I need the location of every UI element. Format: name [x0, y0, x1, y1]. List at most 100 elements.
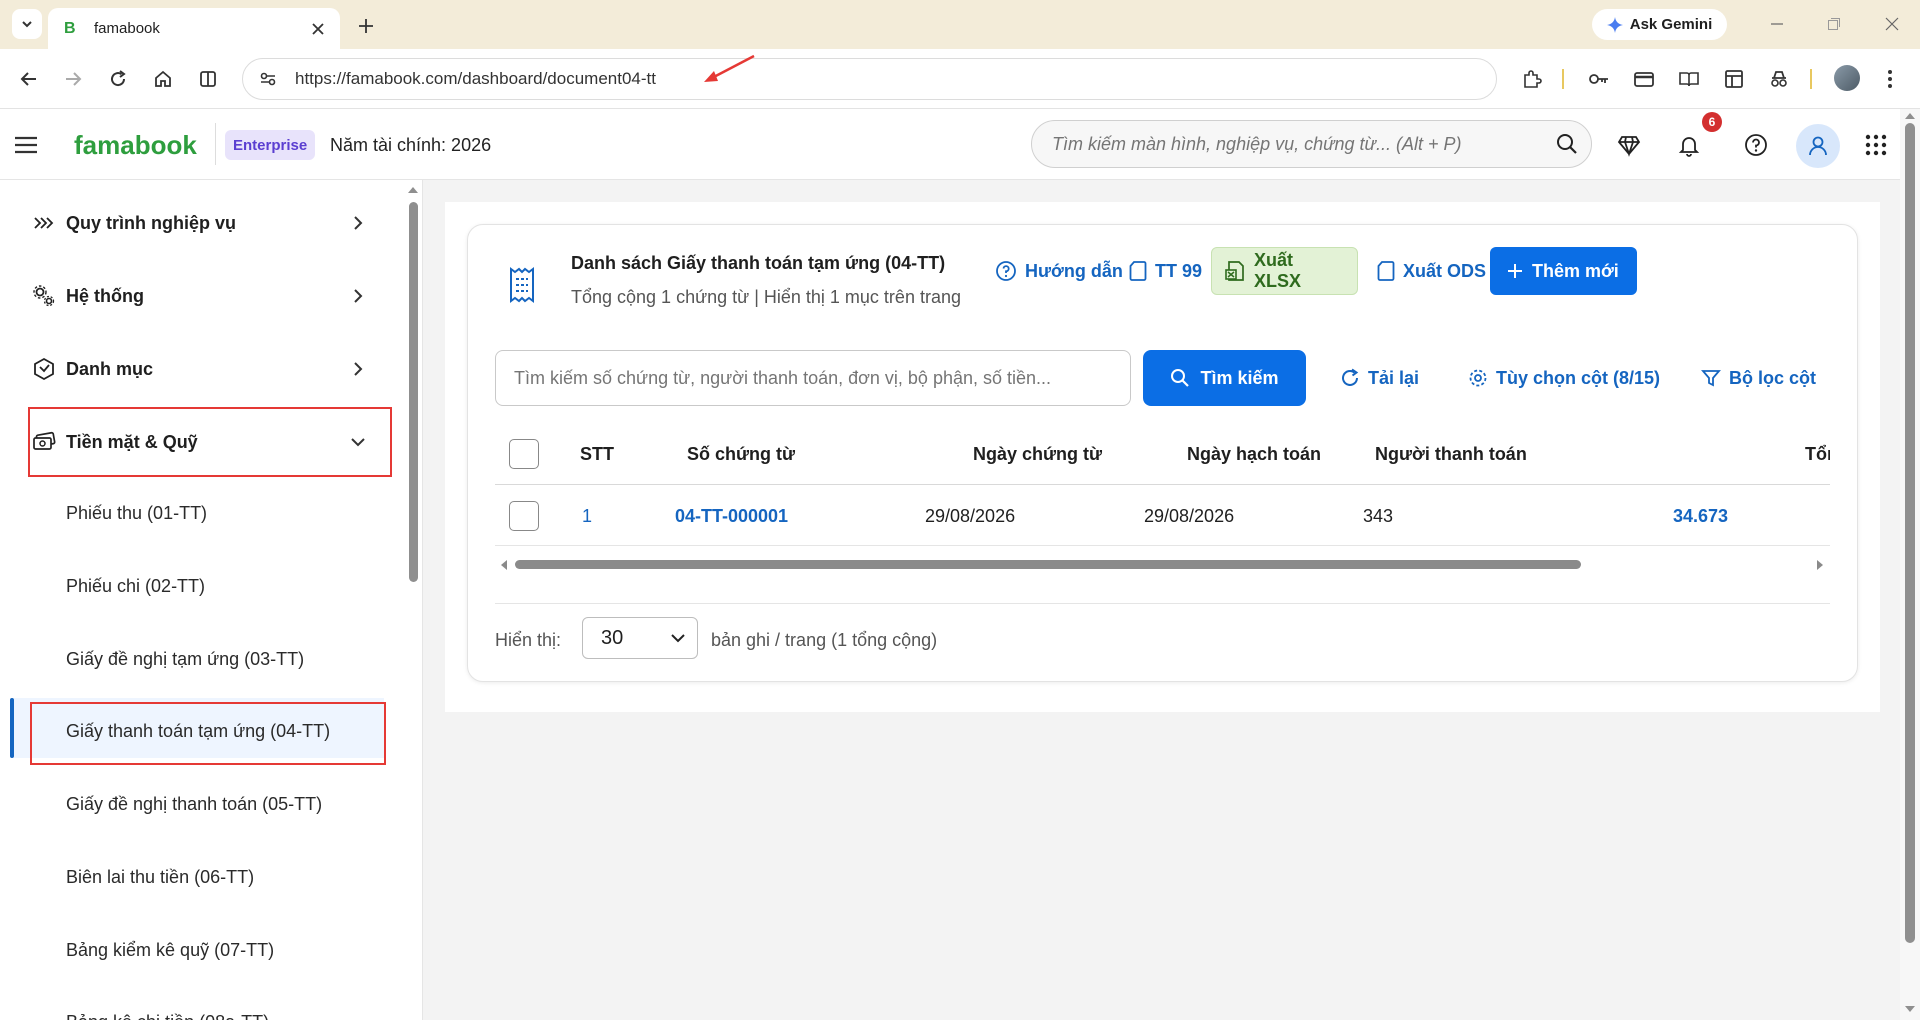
diamond-icon[interactable]: [1613, 129, 1645, 161]
browser-tab[interactable]: B famabook: [48, 8, 340, 49]
incognito-icon[interactable]: [1765, 65, 1793, 93]
column-header-posting-date[interactable]: Ngày hạch toán: [1187, 444, 1321, 465]
apps-grid-icon[interactable]: [1860, 129, 1892, 161]
back-icon[interactable]: [14, 64, 44, 94]
search-button[interactable]: Tìm kiếm: [1143, 350, 1306, 406]
page-scrollbar[interactable]: [1900, 109, 1920, 1020]
add-new-button[interactable]: Thêm mới: [1490, 247, 1637, 295]
url-text: https://famabook.com/dashboard/document0…: [295, 69, 656, 88]
sidebar-item-advance-request[interactable]: Giấy đề nghị tạm ứng (03-TT): [66, 649, 304, 670]
split-view-icon[interactable]: [193, 64, 223, 94]
export-xlsx-button[interactable]: Xuất XLSX: [1211, 247, 1358, 295]
sidebar-group-system[interactable]: Hệ thống: [30, 266, 370, 326]
toolbar-divider: [1810, 69, 1812, 89]
scroll-up-arrow-icon[interactable]: [406, 185, 420, 195]
document-search-field[interactable]: [495, 350, 1131, 406]
cell-posting-date: 29/08/2026: [1144, 506, 1235, 526]
sidebar-group-catalog[interactable]: Danh mục: [30, 339, 370, 399]
site-info-icon[interactable]: [255, 66, 281, 92]
export-ods-button[interactable]: Xuất ODS: [1365, 247, 1498, 295]
gemini-icon: [1606, 16, 1623, 33]
search-icon[interactable]: [1543, 121, 1591, 167]
cell-total-link[interactable]: 34.673: [1673, 506, 1728, 527]
global-search-input[interactable]: [1052, 133, 1543, 155]
sidebar-group-label: Hệ thống: [66, 285, 144, 306]
column-options-button[interactable]: Tùy chọn cột (8/15): [1468, 363, 1660, 393]
row-checkbox[interactable]: [509, 501, 539, 531]
tt99-label: TT 99: [1155, 260, 1203, 281]
column-header-total-clip: Tổng t: [1805, 423, 1830, 485]
sidebar-item-payment-request[interactable]: Giấy đề nghị thanh toán (05-TT): [66, 794, 322, 815]
hamburger-menu-icon[interactable]: [12, 131, 40, 159]
help-circle-icon: [996, 261, 1016, 281]
page-size-select[interactable]: 30: [582, 617, 698, 659]
tt99-button[interactable]: TT 99: [1117, 247, 1214, 295]
help-icon[interactable]: [1740, 129, 1772, 161]
scroll-right-arrow-icon: [1817, 560, 1823, 570]
app-logo[interactable]: famabook: [74, 130, 197, 161]
table-row[interactable]: 1 04-TT-000001 29/08/2026 29/08/2026 343…: [495, 486, 1830, 546]
bell-icon[interactable]: [1673, 129, 1705, 161]
guide-label: Hướng dẫn: [1025, 260, 1123, 281]
new-tab-icon[interactable]: [352, 12, 380, 40]
main-content: Danh sách Giấy thanh toán tạm ứng (04-TT…: [423, 180, 1900, 1020]
address-bar[interactable]: https://famabook.com/dashboard/document0…: [242, 58, 1497, 100]
reload-button[interactable]: Tải lại: [1340, 363, 1419, 393]
sidebar-item-payment[interactable]: Phiếu chi (02-TT): [66, 576, 205, 597]
column-filter-button[interactable]: Bộ lọc cột: [1701, 363, 1816, 393]
chevron-down-icon: [22, 21, 32, 28]
gear-icon: [1469, 369, 1487, 387]
tab-title: famabook: [94, 20, 160, 37]
toolbar-divider: [1562, 69, 1564, 89]
export-ods-label: Xuất ODS: [1403, 260, 1487, 281]
table-horizontal-scrollbar[interactable]: [495, 555, 1830, 571]
close-window-icon[interactable]: [1880, 12, 1904, 36]
table-icon[interactable]: [1720, 65, 1748, 93]
sidebar-item-cash-count[interactable]: Bảng kiểm kê quỹ (07-TT): [66, 940, 274, 961]
table-header: STT Số chứng từ Ngày chứng từ Ngày hạch …: [495, 423, 1830, 485]
ask-gemini-button[interactable]: Ask Gemini: [1592, 9, 1727, 40]
refresh-icon: [1342, 368, 1359, 386]
home-icon[interactable]: [148, 64, 178, 94]
column-header-doc-number[interactable]: Số chứng từ: [687, 444, 795, 465]
pagination-info: bản ghi / trang (1 tổng cộng): [711, 630, 938, 650]
cell-doc-date: 29/08/2026: [925, 506, 1016, 526]
header-divider: [215, 123, 216, 165]
tab-search-button[interactable]: [12, 9, 42, 39]
key-icon[interactable]: [1585, 65, 1613, 93]
minimize-icon[interactable]: [1765, 12, 1789, 36]
profile-avatar[interactable]: [1834, 65, 1860, 91]
card-icon[interactable]: [1630, 65, 1658, 93]
chevron-right-icon: [346, 284, 370, 308]
column-header-doc-date[interactable]: Ngày chứng từ: [973, 444, 1102, 465]
sidebar-group-label: Danh mục: [66, 358, 154, 379]
spreadsheet-icon: [1225, 261, 1244, 281]
restore-icon[interactable]: [1822, 12, 1846, 36]
extensions-icon[interactable]: [1518, 65, 1546, 93]
page-scrollbar-thumb[interactable]: [1905, 123, 1915, 943]
sidebar-item-receipt[interactable]: Phiếu thu (01-TT): [66, 503, 207, 524]
column-header-total[interactable]: Tổng t: [1805, 444, 1830, 465]
close-tab-icon[interactable]: [306, 17, 330, 41]
reload-label: Tải lại: [1368, 367, 1420, 388]
kebab-menu-icon[interactable]: [1876, 65, 1904, 93]
table-scrollbar-thumb[interactable]: [515, 560, 1581, 569]
sidebar-item-cash-list[interactable]: Bảng kê chi tiền (08a-TT): [66, 1012, 269, 1020]
sidebar-group-business-process[interactable]: Quy trình nghiệp vụ: [30, 193, 370, 253]
column-header-payer[interactable]: Người thanh toán: [1375, 444, 1527, 465]
sidebar-item-cash-receipt[interactable]: Biên lai thu tiền (06-TT): [66, 867, 254, 888]
cell-doc-number-link[interactable]: 04-TT-000001: [675, 506, 788, 527]
document-search-input[interactable]: [514, 367, 1130, 389]
forward-icon[interactable]: [58, 64, 88, 94]
global-search[interactable]: [1031, 120, 1592, 168]
guide-button[interactable]: Hướng dẫn: [983, 247, 1135, 295]
select-all-checkbox[interactable]: [509, 439, 539, 469]
column-header-stt[interactable]: STT: [580, 444, 614, 465]
user-menu-button[interactable]: [1796, 124, 1840, 168]
sidebar: Quy trình nghiệp vụ Hệ thống Danh mục Ti…: [0, 180, 422, 1020]
favicon-icon: B: [64, 19, 76, 37]
fiscal-year-label[interactable]: Năm tài chính: 2026: [330, 135, 491, 156]
reload-icon[interactable]: [103, 64, 133, 94]
sidebar-scrollbar-thumb[interactable]: [409, 202, 418, 582]
reading-list-icon[interactable]: [1675, 65, 1703, 93]
